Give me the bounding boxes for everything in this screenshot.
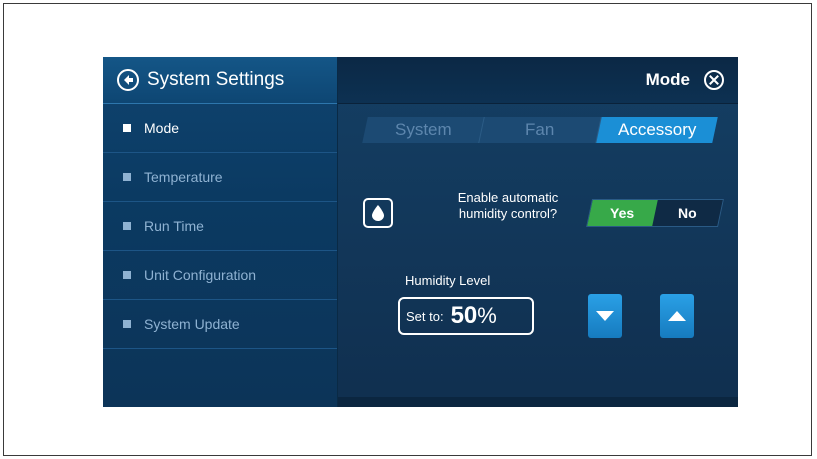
tab-bar: System Fan Accessory [362,117,718,143]
tab-fan[interactable]: Fan [479,117,602,143]
arrow-down-icon [596,311,614,321]
no-button[interactable]: No [652,200,723,226]
humidity-setpoint-display: Set to: 50 % [398,297,534,335]
bullet-icon [123,173,131,181]
yes-button[interactable]: Yes [587,200,658,226]
sidebar-item-temperature[interactable]: Temperature [103,153,337,202]
tab-label: Accessory [617,120,697,139]
tab-accessory[interactable]: Accessory [596,117,718,143]
bullet-icon [123,320,131,328]
sidebar-item-label: Temperature [144,169,223,185]
bullet-icon [123,124,131,132]
main-panel: Mode System Fan Accessory Enable automat… [338,57,738,407]
bullet-icon [123,222,131,230]
increase-button[interactable] [660,294,694,338]
sidebar-item-unit-configuration[interactable]: Unit Configuration [103,251,337,300]
sidebar-item-label: Unit Configuration [144,267,257,283]
humidity-control-question: Enable automatic humidity control? [457,190,559,221]
close-icon[interactable] [704,70,724,90]
set-to-label: Set to: [406,308,444,324]
back-arrow-icon [117,69,139,91]
tab-label: System [394,120,452,139]
sidebar-title: System Settings [147,69,285,90]
decrease-button[interactable] [588,294,622,338]
humidity-value: 50 [450,302,478,329]
tab-system[interactable]: System [362,117,485,143]
sidebar-item-label: System Update [144,316,240,332]
arrow-up-icon [668,311,686,321]
main-header: Mode [338,57,738,104]
tab-label: Fan [525,120,555,139]
sidebar: System Settings Mode Temperature Run Tim… [103,57,338,407]
bottom-bar [338,397,738,407]
sidebar-item-run-time[interactable]: Run Time [103,202,337,251]
sidebar-item-system-update[interactable]: System Update [103,300,337,349]
humidity-drop-icon [363,198,393,228]
thermostat-screen: System Settings Mode Temperature Run Tim… [103,57,738,407]
back-button[interactable]: System Settings [103,57,337,104]
page-title: Mode [645,70,690,89]
sidebar-item-mode[interactable]: Mode [103,104,337,153]
humidity-level-label: Humidity Level [405,273,491,288]
yes-no-toggle: Yes No [586,199,724,227]
yes-label: Yes [610,205,635,221]
sidebar-item-label: Run Time [144,218,204,234]
sidebar-item-label: Mode [144,120,180,136]
humidity-unit: % [477,303,497,328]
bullet-icon [123,271,131,279]
no-label: No [678,205,697,221]
